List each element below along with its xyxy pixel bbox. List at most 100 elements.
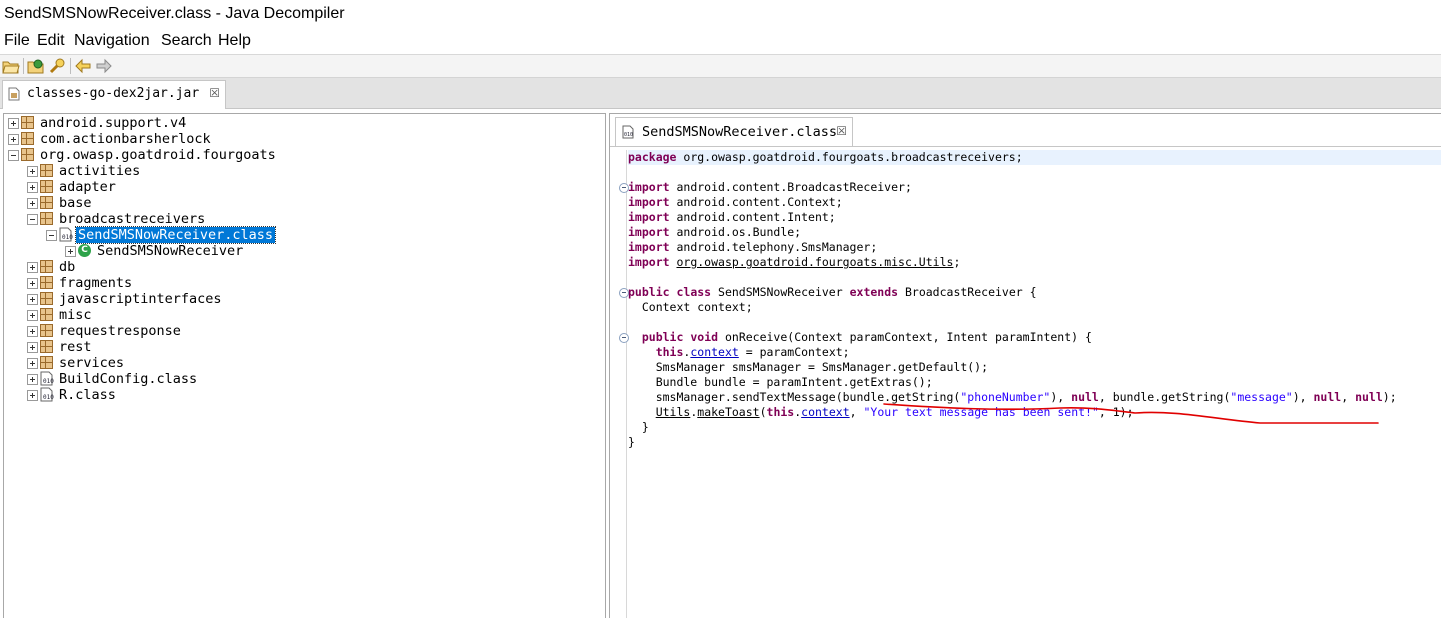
package-icon bbox=[40, 356, 53, 369]
package-icon bbox=[21, 132, 34, 145]
code-line: import android.content.Context; bbox=[628, 195, 843, 209]
package-icon bbox=[40, 308, 53, 321]
code-line: } bbox=[628, 420, 649, 434]
tree-node-label: adapter bbox=[59, 179, 116, 195]
open-file-icon[interactable] bbox=[2, 57, 20, 75]
code-line: Context context; bbox=[628, 300, 753, 314]
class-type-icon: C bbox=[78, 244, 91, 257]
menu-file[interactable]: File bbox=[4, 32, 30, 50]
code-link[interactable]: makeToast bbox=[697, 405, 759, 419]
expand-icon[interactable] bbox=[27, 326, 38, 337]
package-icon bbox=[40, 260, 53, 273]
tree-node-label: services bbox=[59, 355, 125, 371]
expand-icon[interactable] bbox=[8, 134, 19, 145]
expand-icon[interactable] bbox=[27, 294, 38, 305]
class-file-icon: 010 bbox=[40, 371, 54, 386]
package-icon bbox=[40, 164, 53, 177]
tree-node-label: base bbox=[59, 195, 92, 211]
code-editor: 010 SendSMSNowReceiver.class ☒ package o… bbox=[609, 113, 1441, 618]
package-icon bbox=[40, 212, 53, 225]
package-icon bbox=[21, 116, 34, 129]
package-icon bbox=[40, 292, 53, 305]
tree-node-label: javascriptinterfaces bbox=[59, 291, 222, 307]
tree-node-label: misc bbox=[59, 307, 92, 323]
code-line: package org.owasp.goatdroid.fourgoats.br… bbox=[628, 150, 1441, 165]
code-line: } bbox=[628, 435, 635, 449]
expand-icon[interactable] bbox=[8, 118, 19, 129]
code-line: public class SendSMSNowReceiver extends … bbox=[628, 285, 1037, 299]
package-icon bbox=[21, 148, 34, 161]
forward-arrow-icon[interactable] bbox=[95, 57, 113, 75]
expand-icon[interactable] bbox=[27, 278, 38, 289]
package-icon bbox=[40, 196, 53, 209]
svg-text:010: 010 bbox=[43, 394, 54, 401]
svg-text:010: 010 bbox=[62, 234, 73, 241]
svg-text:010: 010 bbox=[624, 132, 633, 138]
expand-icon[interactable] bbox=[27, 198, 38, 209]
open-type-icon[interactable] bbox=[27, 57, 45, 75]
tab-divider bbox=[610, 146, 1441, 147]
package-icon bbox=[40, 324, 53, 337]
code-line: SmsManager smsManager = SmsManager.getDe… bbox=[628, 360, 989, 374]
menu-edit[interactable]: Edit bbox=[37, 32, 65, 50]
tree-node-label: db bbox=[59, 259, 76, 275]
close-tab-icon[interactable]: ☒ bbox=[209, 86, 220, 100]
tree-node-label: SendSMSNowReceiver bbox=[97, 243, 244, 259]
expand-icon[interactable] bbox=[27, 342, 38, 353]
tree-node-label: com.actionbarsherlock bbox=[40, 131, 211, 147]
close-tab-icon[interactable]: ☒ bbox=[836, 124, 847, 138]
package-icon bbox=[40, 276, 53, 289]
expand-icon[interactable] bbox=[27, 310, 38, 321]
package-icon bbox=[40, 340, 53, 353]
window-title: SendSMSNowReceiver.class - Java Decompil… bbox=[4, 5, 345, 22]
tree-node-label: requestresponse bbox=[59, 323, 181, 339]
code-line: smsManager.sendTextMessage(bundle.getStr… bbox=[628, 390, 1397, 404]
expand-icon[interactable] bbox=[27, 374, 38, 385]
expand-icon[interactable] bbox=[27, 358, 38, 369]
package-icon bbox=[40, 180, 53, 193]
title-bar: SendSMSNowReceiver.class - Java Decompil… bbox=[0, 0, 1441, 30]
collapse-icon[interactable] bbox=[8, 150, 19, 161]
tree-node-label: fragments bbox=[59, 275, 133, 291]
code-line: Utils.makeToast(this.context, "Your text… bbox=[655, 405, 1134, 419]
code-line: Bundle bundle = paramIntent.getExtras(); bbox=[628, 375, 933, 389]
code-link[interactable]: org.owasp.goatdroid.fourgoats.misc.Utils bbox=[676, 255, 953, 269]
code-line: import android.os.Bundle; bbox=[628, 225, 802, 239]
menu-help[interactable]: Help bbox=[218, 32, 251, 50]
package-tree: android.support.v4 com.actionbarsherlock… bbox=[3, 113, 606, 618]
collapse-icon[interactable] bbox=[27, 214, 38, 225]
class-file-icon: 010 bbox=[59, 227, 73, 242]
toolbar-separator bbox=[70, 58, 71, 74]
expand-icon[interactable] bbox=[27, 166, 38, 177]
editor-tab-sendsms[interactable]: 010 SendSMSNowReceiver.class ☒ bbox=[615, 117, 853, 147]
menu-navigation[interactable]: Navigation bbox=[74, 32, 150, 50]
file-tab-label: classes-go-dex2jar.jar bbox=[27, 86, 200, 101]
code-line: import android.telephony.SmsManager; bbox=[628, 240, 878, 254]
tree-node-label: BuildConfig.class bbox=[59, 371, 198, 387]
expand-icon[interactable] bbox=[65, 246, 76, 257]
tree-node-label: org.owasp.goatdroid.fourgoats bbox=[40, 147, 276, 163]
file-tab-strip: classes-go-dex2jar.jar ☒ bbox=[0, 78, 1441, 109]
menu-search[interactable]: Search bbox=[161, 32, 212, 50]
code-line: import android.content.BroadcastReceiver… bbox=[628, 180, 912, 194]
code-line: import org.owasp.goatdroid.fourgoats.mis… bbox=[628, 255, 961, 269]
tree-node-label: activities bbox=[59, 163, 141, 179]
tree-node-label: broadcastreceivers bbox=[59, 211, 206, 227]
class-file-icon: 010 bbox=[40, 387, 54, 402]
tree-node-label: rest bbox=[59, 339, 92, 355]
file-tab-jar[interactable]: classes-go-dex2jar.jar ☒ bbox=[2, 80, 226, 109]
search-icon[interactable] bbox=[48, 57, 66, 75]
jar-file-icon bbox=[8, 87, 20, 101]
collapse-icon[interactable] bbox=[46, 230, 57, 241]
toolbar bbox=[0, 55, 1441, 78]
fold-gutter bbox=[614, 150, 629, 618]
back-arrow-icon[interactable] bbox=[74, 57, 92, 75]
expand-icon[interactable] bbox=[27, 262, 38, 273]
expand-icon[interactable] bbox=[27, 390, 38, 401]
code-link[interactable]: Utils bbox=[656, 405, 691, 419]
tree-node-label: android.support.v4 bbox=[40, 115, 187, 131]
menu-bar: File Edit Navigation Search Help bbox=[0, 30, 1441, 55]
code-line: public void onReceive(Context paramConte… bbox=[641, 330, 1092, 344]
code-line: import android.content.Intent; bbox=[628, 210, 836, 224]
expand-icon[interactable] bbox=[27, 182, 38, 193]
